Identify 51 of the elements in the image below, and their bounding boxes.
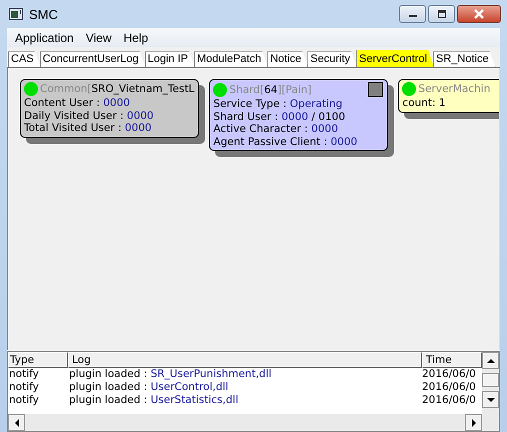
card-stat: Active Character : 0000: [213, 123, 340, 136]
maximize-icon: [436, 10, 446, 18]
tab[interactable]: Security: [307, 51, 358, 68]
table-cell-text: notify: [8, 368, 40, 382]
table-cell-text: plugin loaded : UserControl,dll: [69, 381, 230, 394]
table-cell-text: notify: [8, 394, 40, 408]
horizontal-scrollbar[interactable]: [8, 414, 482, 431]
table-cell-text: 2016/06/0: [422, 368, 477, 382]
tab[interactable]: ConcurrentUserLog: [40, 51, 146, 68]
table-cell-text: plugin loaded : UserStatistics,dll: [69, 394, 240, 408]
app-icon: [9, 8, 23, 20]
status-dot-icon: [213, 82, 228, 97]
table-cell-text: notify: [8, 381, 40, 394]
close-icon: [473, 9, 485, 19]
window-title: SMC: [29, 6, 58, 22]
up-arrow-icon: [486, 358, 494, 364]
card-title: ServerMachin: [418, 83, 490, 96]
card-stat: Service Type : Operating: [213, 98, 344, 111]
down-arrow-icon: [486, 396, 494, 403]
right-arrow-icon: [470, 418, 476, 426]
table-cell-text: 2016/06/0: [422, 381, 477, 394]
tab[interactable]: SR_Notice: [433, 51, 496, 68]
card-title: Shard[64][Pain]: [229, 84, 312, 96]
status-dot-icon: [24, 82, 38, 96]
close-button[interactable]: [457, 5, 501, 23]
card-stat: count: 1: [402, 97, 447, 110]
tab[interactable]: Notice: [267, 51, 308, 68]
card-stat: Total Visited User : 0000: [24, 122, 153, 135]
menu-item[interactable]: View: [80, 30, 118, 45]
card-stat: Shard User : 0000 / 0100: [213, 110, 346, 124]
maximize-button[interactable]: [428, 5, 455, 23]
status-dot-icon: [402, 82, 416, 96]
card-stat: Daily Visited User : 0000: [24, 110, 155, 122]
minimize-button[interactable]: [399, 5, 426, 23]
tab[interactable]: ModulePatch: [194, 51, 268, 68]
tab[interactable]: CAS: [8, 51, 41, 68]
card-stat: Agent Passive Client : 0000: [213, 136, 358, 148]
table-cell-text: 2016/06/0: [422, 394, 477, 408]
column-header[interactable]: Log: [68, 352, 422, 368]
menu-item[interactable]: Application: [9, 30, 80, 45]
table-cell-text: plugin loaded : SR_UserPunishment,dll: [69, 368, 273, 382]
tab[interactable]: ServerControl: [356, 50, 434, 68]
card-title: Common[SRO_Vietnam_TestL: [40, 83, 194, 96]
card-stat: Content User : 0000: [24, 97, 131, 110]
column-header[interactable]: Time: [422, 352, 482, 368]
tab[interactable]: Login IP: [144, 51, 195, 68]
scrollbar-thumb[interactable]: [482, 373, 499, 388]
column-header[interactable]: Type: [8, 352, 68, 368]
menu-item[interactable]: Help: [118, 30, 154, 45]
left-arrow-icon: [14, 418, 20, 426]
vertical-scrollbar[interactable]: [482, 352, 499, 431]
